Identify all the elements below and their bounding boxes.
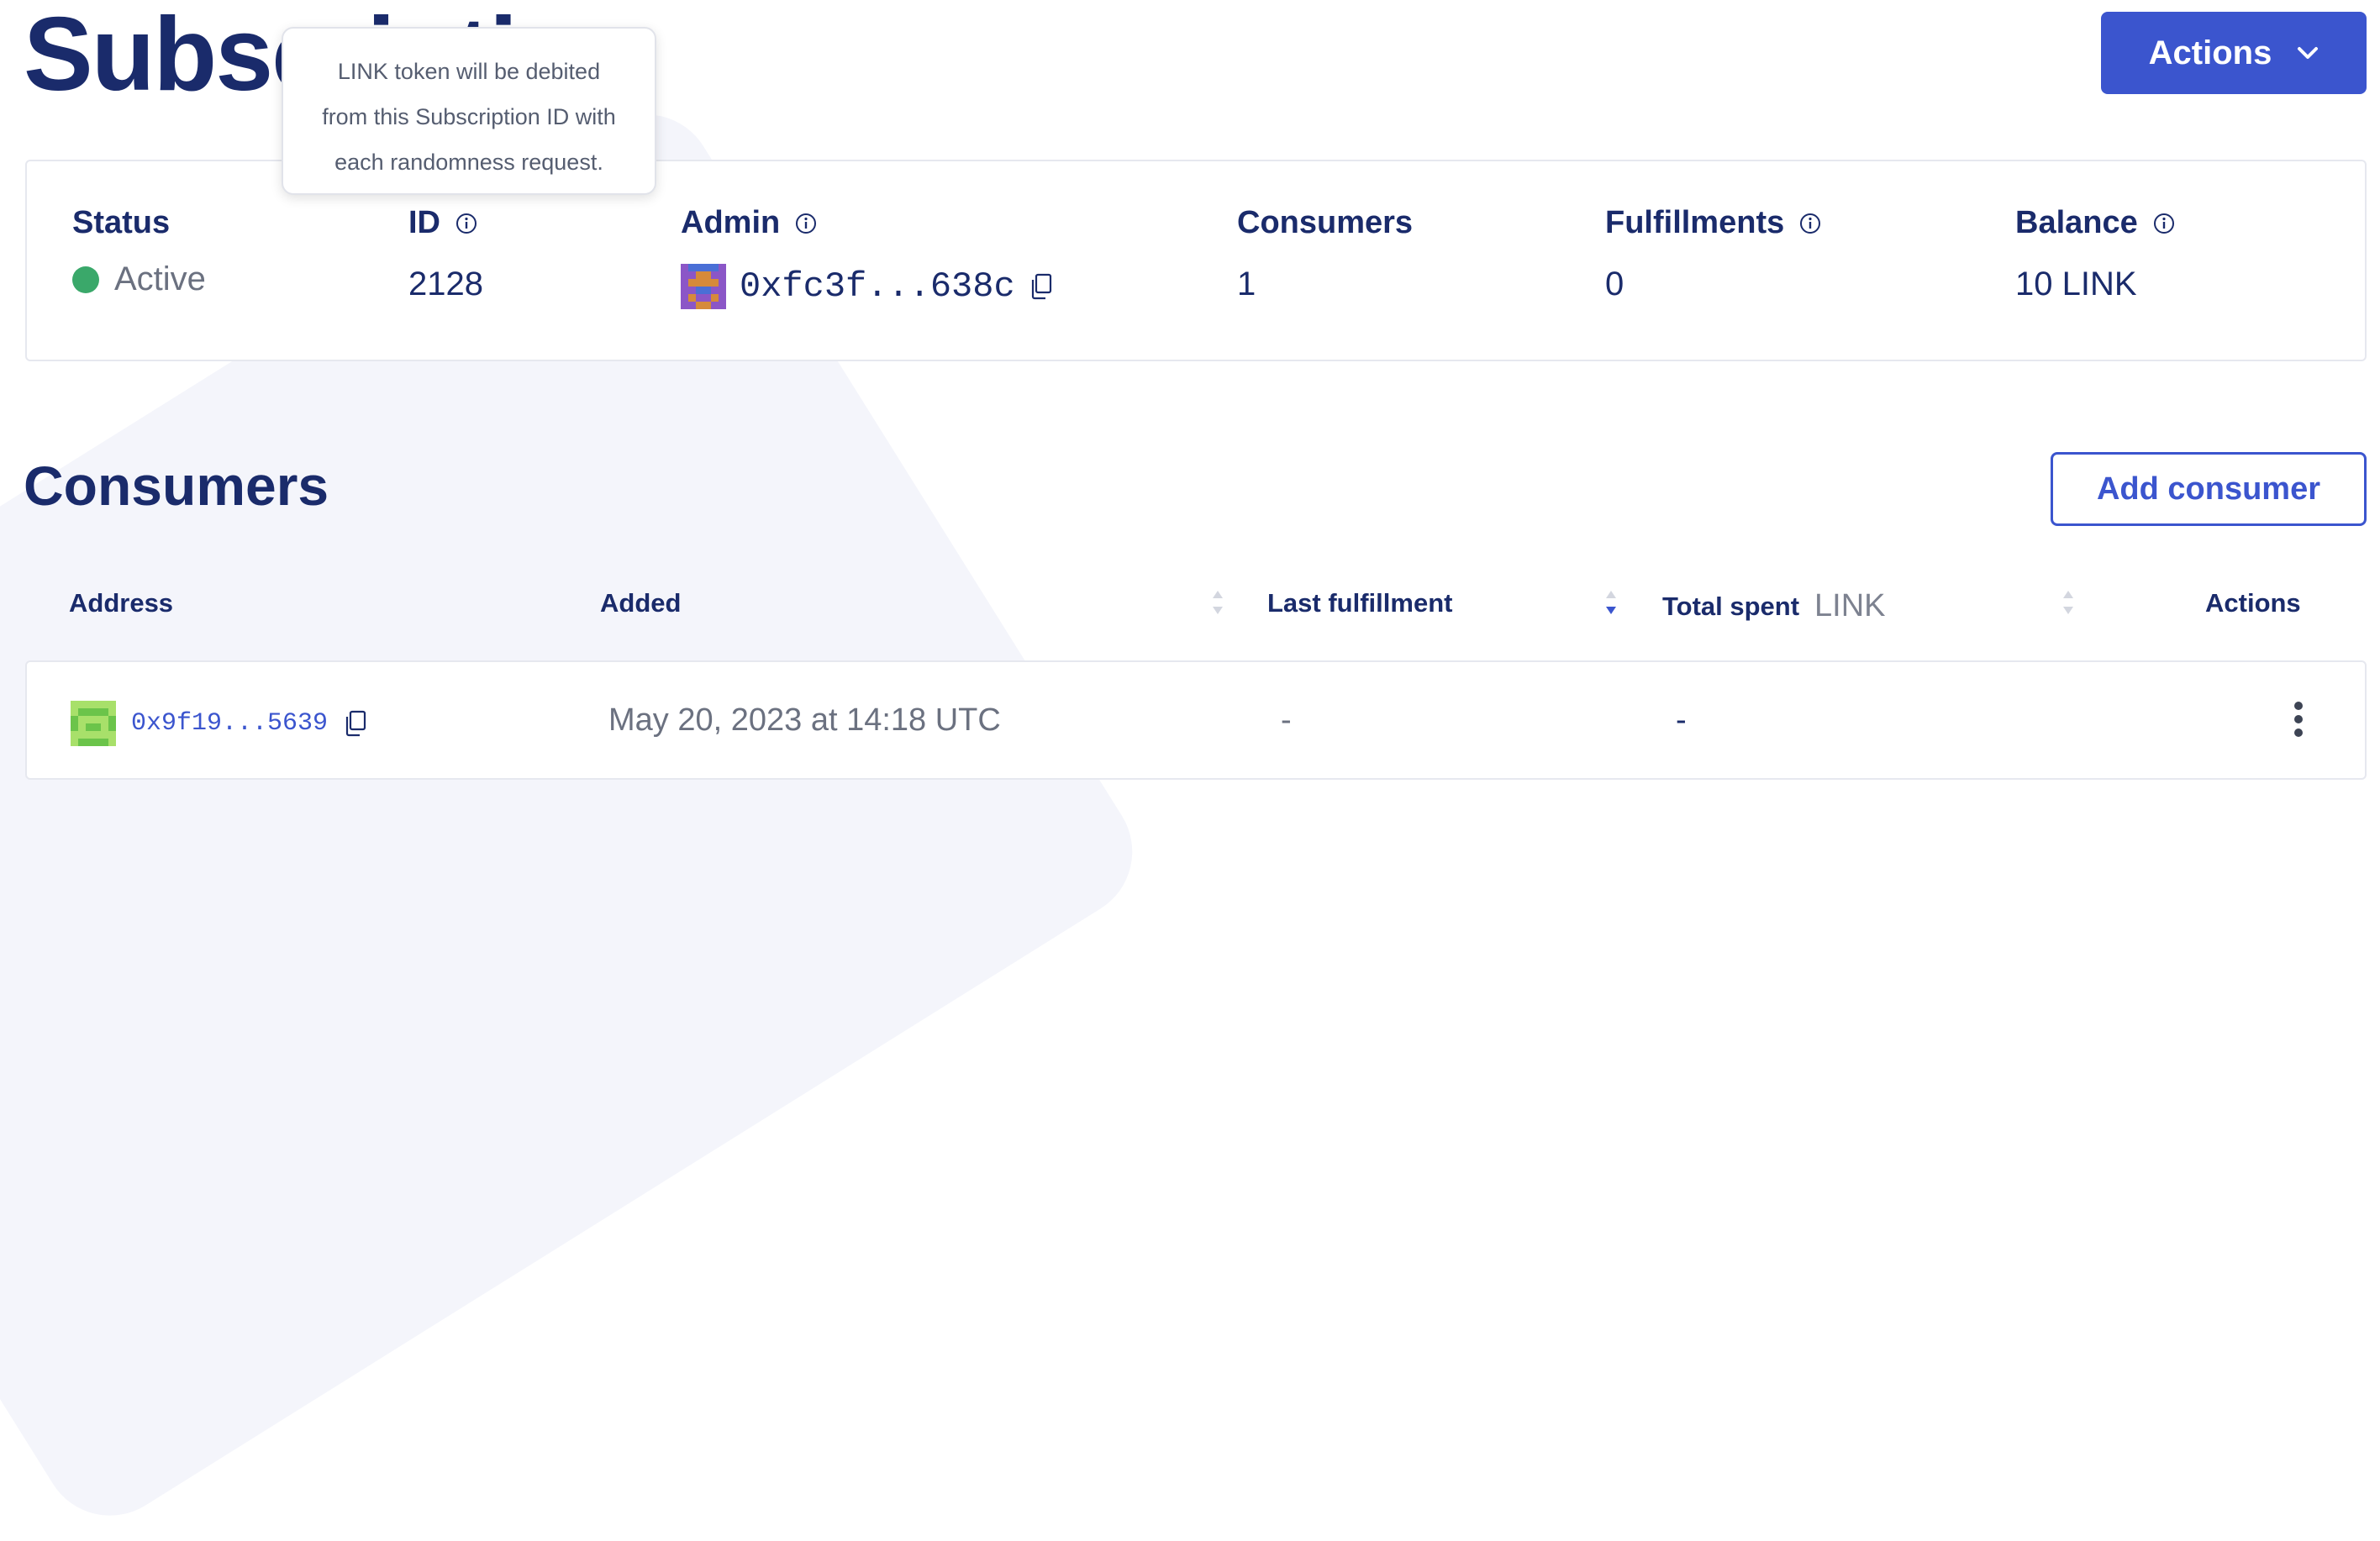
status-value: Active	[72, 260, 206, 298]
actions-button[interactable]: Actions	[2101, 12, 2367, 94]
tooltip-line: each randomness request.	[334, 150, 603, 175]
status-label: Status	[72, 205, 171, 240]
column-header-actions: Actions	[2205, 588, 2301, 618]
consumer-total-spent: -	[1676, 702, 1687, 738]
consumer-avatar-icon	[71, 701, 116, 746]
consumer-last-fulfillment: -	[1281, 702, 1292, 738]
id-value: 2128	[408, 266, 483, 302]
id-info-tooltip: LINK token will be debited from this Sub…	[282, 27, 656, 195]
copy-icon[interactable]	[1029, 272, 1054, 301]
consumer-address-link[interactable]: 0x9f19...5639	[131, 709, 328, 738]
admin-address: 0xfc3f...638c	[681, 264, 1054, 309]
admin-avatar-icon	[681, 264, 726, 309]
column-header-last-fulfillment[interactable]: Last fulfillment	[1267, 588, 1452, 618]
consumer-address: 0x9f19...5639	[71, 701, 368, 746]
id-label: ID	[408, 205, 479, 241]
active-status-dot-icon	[72, 266, 99, 293]
tooltip-line: from this Subscription ID with	[322, 104, 616, 129]
admin-label: Admin	[681, 205, 819, 241]
consumers-count-value: 1	[1237, 266, 1256, 302]
column-header-address: Address	[69, 588, 174, 618]
consumers-count-label: Consumers	[1237, 205, 1414, 240]
column-header-added[interactable]: Added	[600, 588, 681, 618]
column-header-total-spent[interactable]: Total spent LINK	[1662, 588, 1886, 624]
chevron-down-icon	[2298, 47, 2319, 59]
info-icon[interactable]	[454, 211, 479, 236]
sort-icon[interactable]	[2061, 588, 2076, 617]
info-icon[interactable]	[1798, 211, 1823, 236]
admin-address-text: 0xfc3f...638c	[740, 266, 1015, 307]
status-text: Active	[114, 260, 206, 297]
fulfillments-label: Fulfillments	[1605, 205, 1823, 241]
add-consumer-button[interactable]: Add consumer	[2051, 452, 2367, 526]
total-spent-unit: LINK	[1814, 588, 1886, 623]
more-options-icon[interactable]	[2293, 701, 2304, 738]
copy-icon[interactable]	[343, 709, 368, 738]
sort-descending-icon[interactable]	[1603, 588, 1619, 617]
total-spent-label: Total spent	[1662, 591, 1800, 621]
tooltip-line: LINK token will be debited	[337, 59, 601, 84]
consumer-added-date: May 20, 2023 at 14:18 UTC	[608, 702, 1001, 738]
sort-icon[interactable]	[1210, 588, 1225, 617]
fulfillments-value: 0	[1605, 266, 1624, 302]
actions-button-label: Actions	[2148, 34, 2272, 71]
info-icon[interactable]	[793, 211, 819, 236]
consumers-section-title: Consumers	[24, 455, 329, 517]
balance-label: Balance	[2015, 205, 2177, 241]
balance-value: 10 LINK	[2015, 266, 2137, 302]
table-row: 0x9f19...5639 May 20, 2023 at 14:18 UTC …	[25, 660, 2367, 780]
info-icon[interactable]	[2151, 211, 2177, 236]
